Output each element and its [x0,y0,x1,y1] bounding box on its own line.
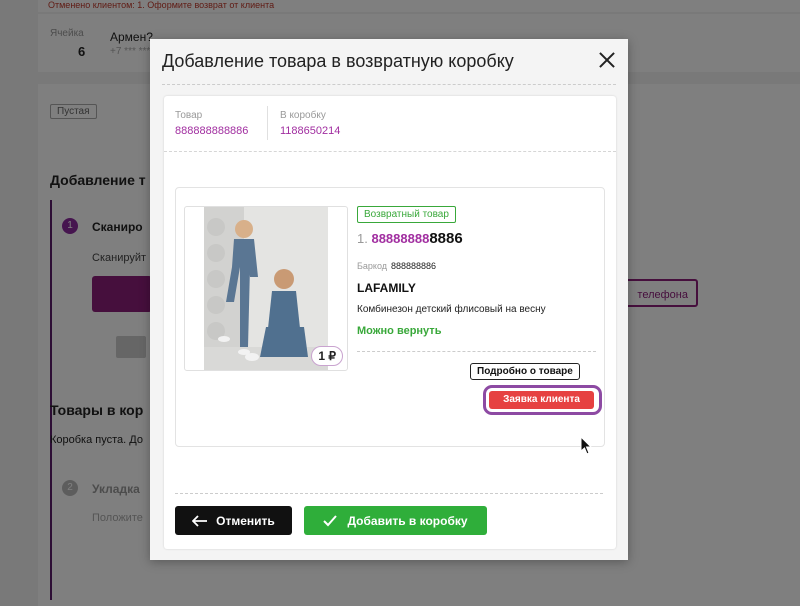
footer-divider [175,493,603,494]
box-info: В коробку 1188650214 [280,110,340,137]
price-badge: 1 ₽ [311,346,343,366]
product-photo-frame[interactable]: 1 ₽ [184,206,348,371]
product-photo [204,207,328,370]
barcode-value: 888888886 [391,261,437,271]
client-request-highlight: Заявка клиента [483,385,602,415]
modal-body: Товар 888888888886 В коробку 1188650214 [164,96,616,549]
add-to-box-button[interactable]: Добавить в коробку [304,506,487,535]
info-separator [164,151,616,152]
add-label: Добавить в коробку [347,513,468,528]
mouse-cursor-icon [580,436,592,455]
product-card: 1 ₽ Возвратный товар 1. 888888888886 Бар… [175,187,605,447]
product-info: Товар 888888888886 [175,110,248,137]
box-code[interactable]: 1188650214 [280,125,340,137]
product-code[interactable]: 888888888886 [175,125,248,137]
return-badge: Возвратный товар [357,206,456,223]
check-icon [323,514,338,526]
barcode-label: Баркод [357,261,388,271]
client-request-button[interactable]: Заявка клиента [489,391,594,409]
modal-title: Добавление товара в возвратную коробку [162,51,514,71]
box-label: В коробку [280,110,326,121]
product-details-button[interactable]: Подробно о товаре [470,363,580,380]
cancel-button[interactable]: Отменить [175,506,292,535]
product-number-suffix: 8886 [429,230,463,247]
cancel-label: Отменить [216,513,275,528]
close-icon[interactable] [596,49,618,71]
add-to-return-box-modal: Добавление товара в возвратную коробку Т… [150,39,628,560]
return-status: Можно вернуть [357,325,442,337]
info-divider [267,106,268,140]
product-label: Товар [175,110,203,121]
product-name: Комбинезон детский флисовый на весну [357,304,546,315]
product-card-divider [357,351,596,352]
barcode: Баркод 888888886 [357,261,436,271]
product-number-prefix: 88888888 [371,231,430,246]
product-index: 1. [357,231,368,246]
arrow-left-icon [192,514,208,527]
product-number: 1. 888888888886 [357,230,463,247]
title-divider [162,84,616,85]
product-brand: LAFAMILY [357,281,416,295]
